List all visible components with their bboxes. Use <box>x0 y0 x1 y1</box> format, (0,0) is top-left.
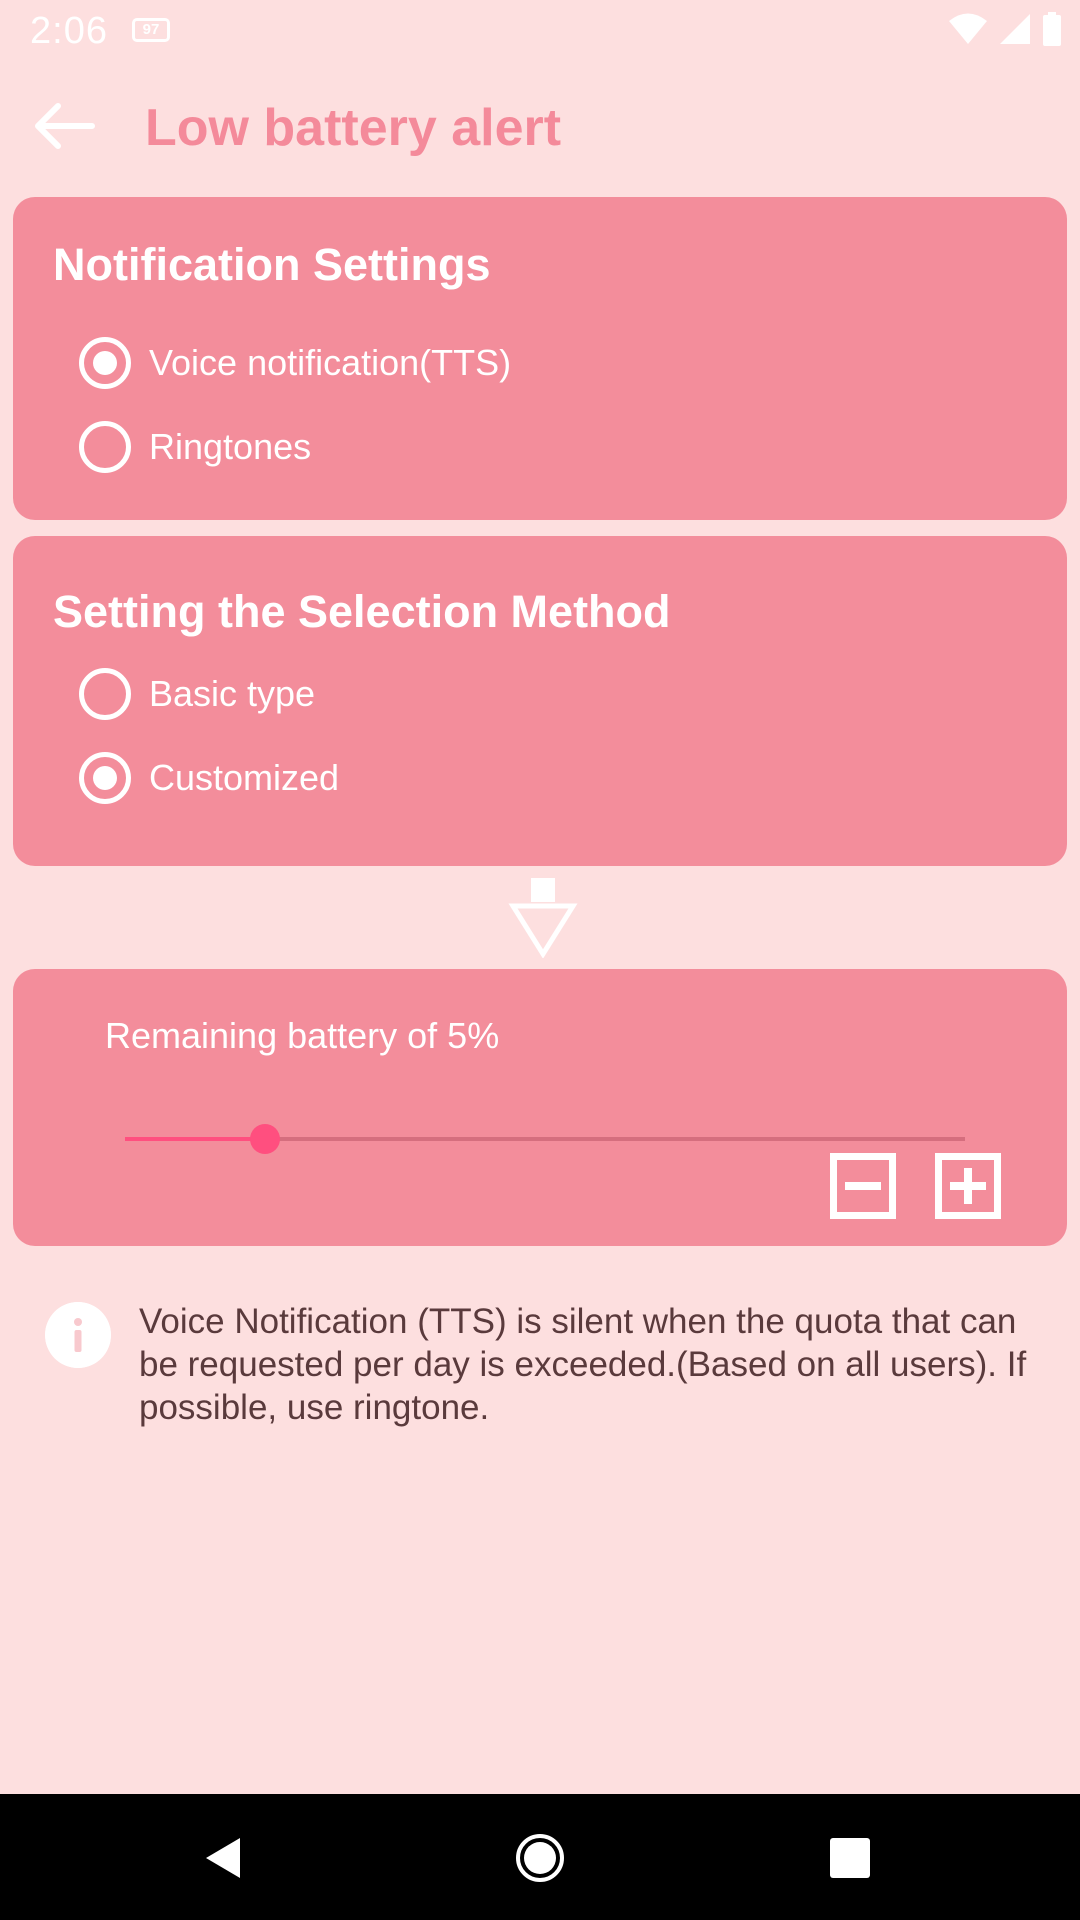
radio-customized[interactable]: Customized <box>79 752 339 804</box>
radio-button[interactable] <box>79 337 131 389</box>
radio-button[interactable] <box>79 668 131 720</box>
battery-icon <box>1043 12 1061 46</box>
nav-recents-icon[interactable] <box>822 1830 878 1886</box>
down-arrow-icon <box>508 878 578 958</box>
battery-saver-badge: 97 <box>132 18 170 42</box>
selection-method-card: Setting the Selection Method Basic type … <box>13 536 1067 866</box>
decrease-button[interactable] <box>830 1153 896 1219</box>
notification-settings-card: Notification Settings Voice notification… <box>13 197 1067 520</box>
back-arrow-icon <box>35 103 95 149</box>
plus-icon <box>942 1160 994 1212</box>
battery-level-label: Remaining battery of 5% <box>105 1015 500 1056</box>
info-text: Voice Notification (TTS) is silent when … <box>139 1302 1027 1427</box>
radio-label: Ringtones <box>149 426 312 467</box>
radio-label: Voice notification(TTS) <box>149 342 512 383</box>
radio-label: Basic type <box>149 673 316 714</box>
selection-method-title: Setting the Selection Method <box>53 586 671 637</box>
page-title: Low battery alert <box>145 99 562 157</box>
navigation-bar <box>0 1794 1080 1920</box>
slider-track-fill <box>125 1137 266 1141</box>
notification-settings-title: Notification Settings <box>53 239 491 290</box>
radio-button[interactable] <box>79 752 131 804</box>
nav-home-icon[interactable] <box>512 1830 568 1886</box>
battery-level-card: Remaining battery of 5% <box>13 969 1067 1246</box>
status-bar: 2:06 97 <box>0 0 1080 64</box>
radio-basic-type[interactable]: Basic type <box>79 668 315 720</box>
status-time: 2:06 <box>30 10 108 52</box>
back-button[interactable] <box>28 94 100 158</box>
nav-back-icon[interactable] <box>196 1830 252 1886</box>
radio-button[interactable] <box>79 421 131 473</box>
radio-voice-notification[interactable]: Voice notification(TTS) <box>79 337 511 389</box>
increase-button[interactable] <box>935 1153 1001 1219</box>
info-icon <box>45 1302 111 1368</box>
app-bar: Low battery alert <box>0 64 1080 192</box>
cell-signal-icon <box>1000 14 1030 44</box>
wifi-icon <box>949 13 987 44</box>
status-icons <box>948 12 1062 46</box>
radio-label: Customized <box>149 757 340 798</box>
radio-ringtones[interactable]: Ringtones <box>79 421 311 473</box>
slider-thumb[interactable] <box>250 1124 281 1154</box>
minus-icon <box>837 1160 889 1212</box>
